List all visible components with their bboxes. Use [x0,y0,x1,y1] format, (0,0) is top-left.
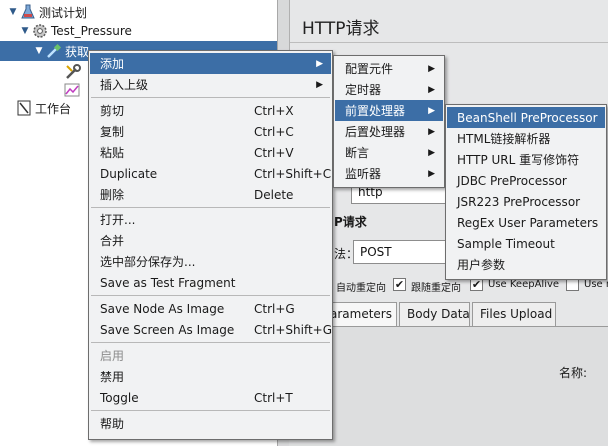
menu-item-listeners[interactable]: 监听器 ▶ [335,163,443,184]
workbench-icon [16,100,32,116]
submenu-arrow-icon: ▶ [428,168,435,179]
menu-separator [91,295,330,296]
menu-item-duplicate[interactable]: Duplicate Ctrl+Shift+C [90,163,331,184]
menu-item-paste[interactable]: 粘贴 Ctrl+V [90,142,331,163]
wrench-icon [64,63,81,79]
tree-item-test-plan[interactable]: ▼ 测试计划 [8,2,87,22]
parameters-tab-body [289,326,608,446]
gear-icon [32,23,48,39]
menu-item-http-url-rewriting-modifier[interactable]: HTTP URL 重写修饰符 [447,149,605,170]
menu-item-sample-timeout[interactable]: Sample Timeout [447,233,605,254]
context-menu: 添加 ▶ 插入上级 ▶ 剪切 Ctrl+X 复制 Ctrl+C 粘贴 Ctrl+V Dup… [88,50,333,440]
menu-item-copy[interactable]: 复制 Ctrl+C [90,121,331,142]
menu-item-user-parameters[interactable]: 用户参数 [447,254,605,275]
submenu-arrow-icon: ▶ [428,63,435,74]
auto-redirect-label: 自动重定向 [336,283,386,294]
menu-item-open[interactable]: 打开... [90,209,331,230]
menu-item-regex-user-parameters[interactable]: RegEx User Parameters [447,212,605,233]
menu-item-save-screen-as-image[interactable]: Save Screen As Image Ctrl+Shift+G [90,319,332,340]
menu-item-post-processors[interactable]: 后置处理器 ▶ [335,121,443,142]
name-column-label: 名称: [559,366,588,380]
collapse-toggle-icon[interactable]: ▼ [8,7,18,17]
add-submenu: 配置元件 ▶ 定时器 ▶ 前置处理器 ▶ 后置处理器 ▶ 断言 ▶ 监听器 ▶ [333,55,445,188]
menu-item-jdbc-preprocessor[interactable]: JDBC PreProcessor [447,170,605,191]
menu-item-save-node-as-image[interactable]: Save Node As Image Ctrl+G [90,298,331,319]
follow-redirect-label: 跟随重定向 [411,283,461,294]
http-request-section-label: P请求 [334,215,367,229]
keepalive-label: Use KeepAlive [488,279,560,290]
menu-item-toggle[interactable]: Toggle Ctrl+T [90,387,331,408]
menu-separator [91,97,330,98]
submenu-arrow-icon: ▶ [316,58,323,69]
flask-icon [20,4,36,20]
multipart-label: Use m [584,279,608,290]
menu-item-disable[interactable]: 禁用 [90,366,331,387]
submenu-arrow-icon: ▶ [316,79,323,90]
menu-item-html-link-parser[interactable]: HTML链接解析器 [447,128,605,149]
method-select[interactable]: POST [353,240,447,264]
menu-item-enable: 启用 [100,349,125,363]
tab-files-upload[interactable]: Files Upload [472,302,556,326]
tree-item-child-1[interactable] [62,61,83,81]
tree-item-thread-group[interactable]: ▼ Test_Pressure [20,21,132,41]
menu-separator [91,207,330,208]
menu-item-timer[interactable]: 定时器 ▶ [335,79,443,100]
menu-item-delete[interactable]: 删除 Delete [90,184,331,205]
menu-item-pre-processors[interactable]: 前置处理器 ▶ [335,100,443,121]
menu-item-add[interactable]: 添加 ▶ [90,53,331,74]
menu-item-cut[interactable]: 剪切 Ctrl+X [90,100,331,121]
menu-item-config-element[interactable]: 配置元件 ▶ [335,58,443,79]
submenu-arrow-icon: ▶ [428,105,435,116]
tab-parameters[interactable]: arameters [322,302,397,326]
menu-item-merge[interactable]: 合并 [90,230,331,251]
tree-item-label: 工作台 [35,101,72,116]
submenu-arrow-icon: ▶ [428,147,435,158]
collapse-toggle-icon[interactable]: ▼ [20,26,30,36]
collapse-toggle-icon[interactable]: ▼ [34,46,44,56]
menu-item-beanshell-preprocessor[interactable]: BeanShell PreProcessor [447,107,605,128]
menu-item-save-selection-as[interactable]: 选中部分保存为... [90,251,331,272]
submenu-arrow-icon: ▶ [428,84,435,95]
tree-item-label: Test_Pressure [51,24,132,38]
menu-separator [91,410,330,411]
title-divider [290,42,608,43]
menu-item-save-as-test-fragment[interactable]: Save as Test Fragment [90,272,331,293]
pipette-icon [46,43,62,59]
tree-item-workbench[interactable]: 工作台 [14,98,71,118]
menu-separator [91,342,330,343]
graph-icon [64,82,80,98]
menu-item-jsr223-preprocessor[interactable]: JSR223 PreProcessor [447,191,605,212]
pre-processor-submenu: BeanShell PreProcessor HTML链接解析器 HTTP UR… [445,104,607,280]
follow-redirect-checkbox[interactable]: ✔ [393,278,406,291]
menu-item-insert-parent[interactable]: 插入上级 ▶ [90,74,331,95]
panel-title: HTTP请求 [302,19,380,39]
tree-item-child-2[interactable] [62,80,83,100]
menu-item-help[interactable]: 帮助 [90,413,331,434]
menu-item-assertions[interactable]: 断言 ▶ [335,142,443,163]
submenu-arrow-icon: ▶ [428,126,435,137]
tree-item-label: 测试计划 [39,5,88,20]
tab-body-data[interactable]: Body Data [399,302,470,326]
